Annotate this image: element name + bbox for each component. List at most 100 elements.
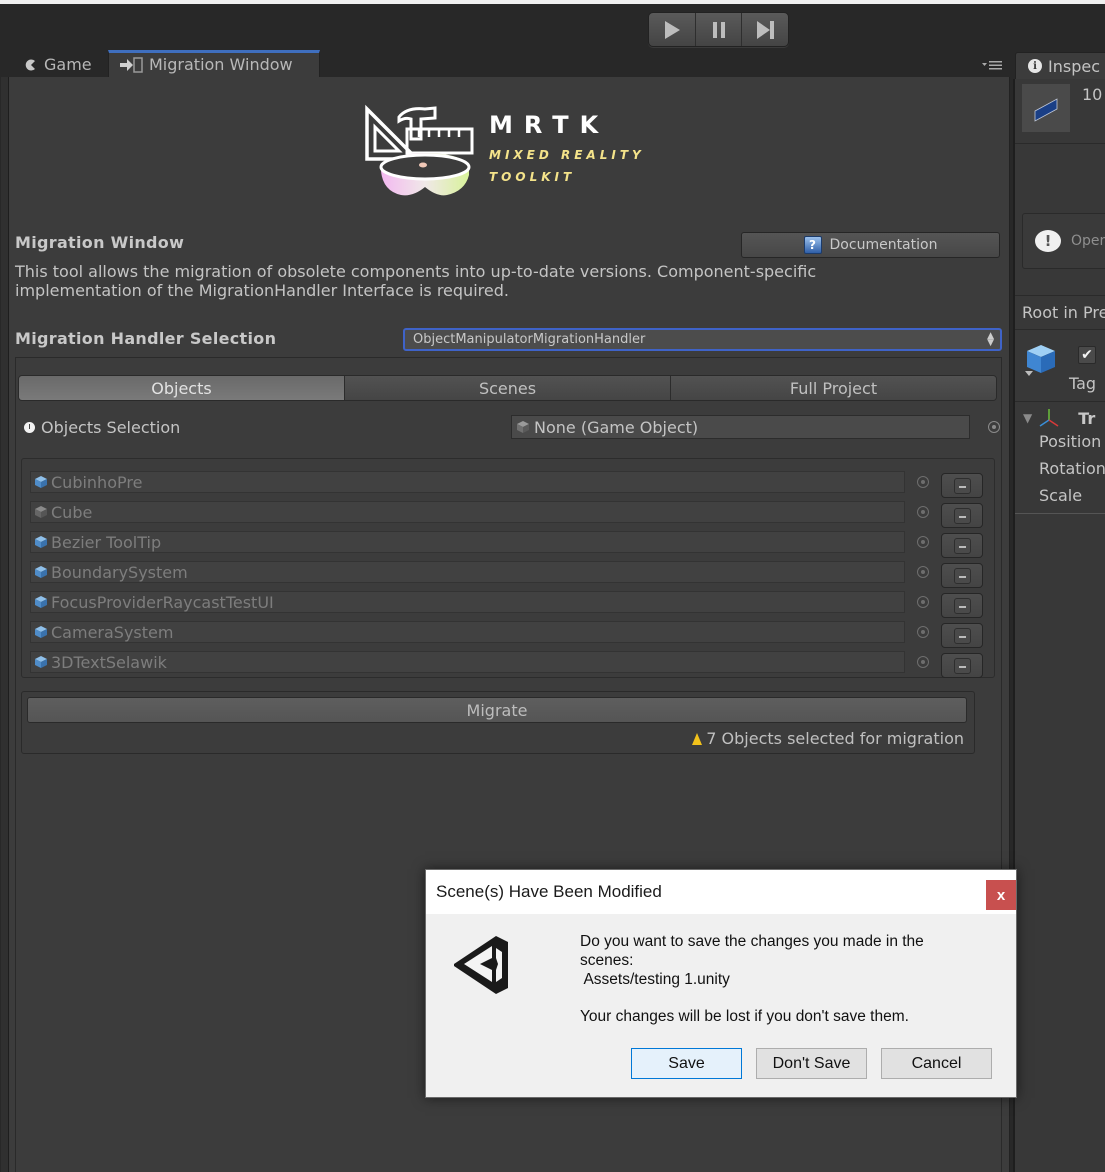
remove-object-button[interactable] [941, 593, 983, 618]
objects-selection-field[interactable]: None (Game Object) [511, 415, 970, 439]
inspector-panel: 10 ! Oper Root in Pre ✔ Tag ▼ Tr Positio… [1013, 79, 1105, 1172]
remove-object-button[interactable] [941, 473, 983, 498]
active-checkbox[interactable]: ✔ [1078, 346, 1096, 364]
gameobject-icon [517, 421, 529, 433]
divider [1015, 329, 1105, 330]
minus-icon [953, 477, 971, 494]
transform-header[interactable]: ▼ Tr [1023, 408, 1095, 428]
remove-object-button[interactable] [941, 563, 983, 588]
tab-migration-label: Migration Window [149, 55, 293, 74]
editor-toolbar [0, 4, 1105, 48]
object-field[interactable]: CubinhoPre [30, 471, 905, 493]
object-picker-icon[interactable] [917, 566, 929, 578]
warning-icon [692, 732, 703, 745]
tab-inspector-label: Inspec [1048, 56, 1100, 76]
minus-icon [953, 507, 971, 524]
tab-game-label: Game [44, 55, 92, 74]
objects-selection-label-row: Objects Selection [24, 418, 180, 437]
inspector-object-name: 10 [1082, 85, 1103, 104]
cancel-button[interactable]: Cancel [881, 1048, 992, 1079]
prefab-icon [35, 656, 47, 668]
tab-migration-window[interactable]: Migration Window [108, 50, 320, 77]
remove-object-button[interactable] [941, 533, 983, 558]
mode-tab-scenes[interactable]: Scenes [345, 376, 671, 400]
object-list-row: Cube [30, 501, 990, 528]
object-list-row: FocusProviderRaycastTestUI [30, 591, 990, 618]
migration-window-title: Migration Window [15, 233, 185, 252]
documentation-button[interactable]: ? Documentation [741, 232, 1000, 258]
object-picker-icon[interactable] [917, 596, 929, 608]
dont-save-button[interactable]: Don't Save [756, 1048, 867, 1079]
object-picker-icon[interactable] [988, 421, 1000, 433]
logo-subtitle-1: MIXED REALITY [489, 148, 645, 162]
dialog-title: Scene(s) Have Been Modified [436, 882, 662, 901]
main-tab-bar: Game Migration Window [8, 48, 1010, 77]
object-field[interactable]: Cube [30, 501, 905, 523]
prefab-cube-icon[interactable] [1023, 343, 1059, 379]
save-scene-dialog: Scene(s) Have Been Modified x Do you wan… [425, 869, 1017, 1098]
game-icon [25, 59, 35, 70]
object-field[interactable]: BoundarySystem [30, 561, 905, 583]
tab-game[interactable]: Game [14, 52, 102, 77]
tag-label: Tag [1069, 374, 1097, 393]
play-button[interactable] [649, 13, 696, 46]
gameobject-icon [35, 506, 47, 518]
object-picker-icon[interactable] [917, 536, 929, 548]
object-list-row: BoundarySystem [30, 561, 990, 588]
description-text: This tool allows the migration of obsole… [15, 262, 915, 300]
objects-selection-label: Objects Selection [41, 418, 181, 437]
object-name: Bezier ToolTip [51, 532, 162, 552]
handler-dropdown[interactable]: ObjectManipulatorMigrationHandler ▲ ▼ [403, 328, 1002, 351]
rotation-label: Rotation [1039, 459, 1105, 478]
object-picker-icon[interactable] [917, 476, 929, 488]
object-field[interactable]: FocusProviderRaycastTestUI [30, 591, 905, 613]
object-name: CubinhoPre [51, 472, 143, 492]
pause-button[interactable] [696, 13, 743, 46]
object-picker-icon[interactable] [917, 506, 929, 518]
remove-object-button[interactable] [941, 653, 983, 678]
object-name: Cube [51, 502, 93, 522]
object-field[interactable]: CameraSystem [30, 621, 905, 643]
object-field[interactable]: 3DTextSelawik [30, 651, 905, 673]
remove-object-button[interactable] [941, 503, 983, 528]
inspector-warning-box: ! Oper [1022, 213, 1105, 269]
pause-icon [712, 21, 725, 38]
transform-label: Tr [1078, 408, 1096, 428]
documentation-label: Documentation [829, 237, 938, 253]
playback-controls [648, 12, 789, 47]
position-label: Position [1039, 432, 1102, 451]
dialog-warning-message: Your changes will be lost if you don't s… [580, 1008, 909, 1025]
step-icon [757, 20, 775, 39]
info-icon: i [1028, 59, 1042, 73]
object-list-row: 3DTextSelawik [30, 651, 990, 678]
description-line-1: This tool allows the migration of obsole… [15, 262, 817, 281]
prefab-icon [35, 596, 47, 608]
tab-inspector[interactable]: i Inspec [1015, 52, 1105, 79]
foldout-arrow-icon: ▼ [1023, 411, 1033, 425]
object-name: CameraSystem [51, 622, 174, 642]
prefab-icon [35, 566, 47, 578]
quad-mesh-icon [1034, 98, 1058, 122]
divider [1015, 513, 1105, 514]
divider [1015, 295, 1105, 296]
object-field[interactable]: Bezier ToolTip [30, 531, 905, 553]
object-list-row: CubinhoPre [30, 471, 990, 498]
object-picker-icon[interactable] [917, 656, 929, 668]
object-list-row: CameraSystem [30, 621, 990, 648]
minus-icon [953, 537, 971, 554]
mode-tab-full-project[interactable]: Full Project [671, 376, 996, 400]
dialog-close-button[interactable]: x [986, 880, 1016, 910]
tab-menu-icon[interactable] [982, 58, 1004, 72]
minus-icon [953, 627, 971, 644]
play-icon [664, 20, 680, 39]
object-picker-icon[interactable] [917, 626, 929, 638]
minus-icon [953, 597, 971, 614]
migration-status: 7 Objects selected for migration [692, 729, 964, 748]
step-button[interactable] [742, 13, 788, 46]
save-button[interactable]: Save [631, 1048, 742, 1079]
help-book-icon: ? [803, 236, 822, 254]
migrate-button[interactable]: Migrate [27, 697, 967, 723]
remove-object-button[interactable] [941, 623, 983, 648]
minus-icon [953, 657, 971, 674]
mode-tab-objects[interactable]: Objects [19, 376, 345, 400]
